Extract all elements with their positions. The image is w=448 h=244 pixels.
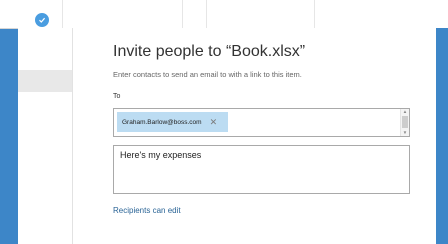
background-column-divider [206, 0, 207, 28]
background-column-divider [182, 0, 183, 28]
background-right-edge [436, 28, 448, 244]
message-textarea[interactable]: Here's my expenses [113, 145, 410, 194]
recipient-email: Graham.Barlow@boss.com [122, 118, 202, 126]
to-label: To [113, 93, 121, 100]
scroll-up-arrow-icon[interactable]: ▲ [401, 109, 409, 115]
background-column-divider [314, 0, 315, 28]
background-column-divider [62, 0, 63, 28]
scrollbar-thumb[interactable] [402, 116, 408, 128]
left-pane-selected-item[interactable] [18, 70, 72, 92]
left-navigation-pane [18, 28, 73, 244]
check-icon [34, 12, 50, 28]
scroll-down-arrow-icon[interactable]: ▼ [401, 130, 409, 136]
recipients-input[interactable]: Graham.Barlow@boss.com ✕ ▲ ▼ [113, 108, 410, 137]
share-dialog: Invite people to “Book.xlsx” Enter conta… [73, 28, 436, 244]
background-header-bar [0, 0, 448, 29]
close-icon[interactable]: ✕ [210, 117, 218, 127]
recipient-chip[interactable]: Graham.Barlow@boss.com ✕ [117, 112, 228, 132]
message-text: Here's my expenses [120, 150, 202, 160]
dialog-title: Invite people to “Book.xlsx” [113, 43, 306, 60]
recipients-scrollbar[interactable]: ▲ ▼ [400, 109, 409, 136]
dialog-subtitle: Enter contacts to send an email to with … [113, 70, 302, 79]
permission-link[interactable]: Recipients can edit [113, 206, 181, 215]
